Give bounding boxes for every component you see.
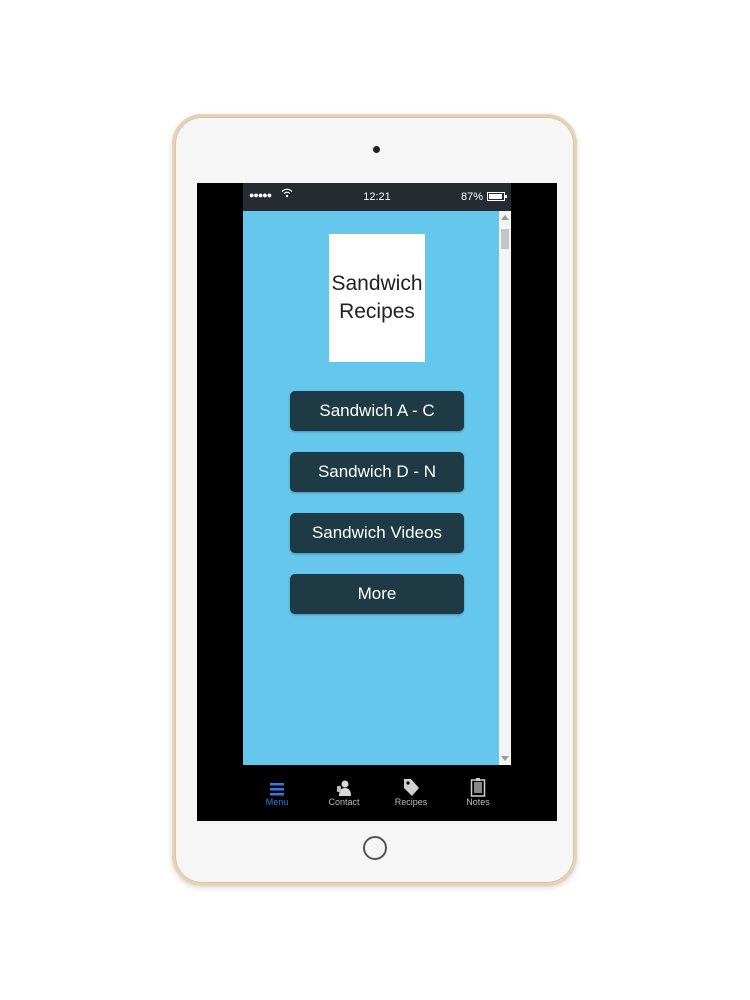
tablet-frame: ●●●●● 12:21 87% Sandwich Recipes Sandwic…	[172, 114, 577, 886]
tab-contact[interactable]: Contact	[319, 771, 369, 807]
contact-icon	[319, 771, 369, 797]
status-bar: ●●●●● 12:21 87%	[243, 183, 511, 211]
tab-notes[interactable]: Notes	[453, 771, 503, 807]
screen-bezel: ●●●●● 12:21 87% Sandwich Recipes Sandwic…	[197, 183, 557, 821]
tab-recipes-label: Recipes	[394, 797, 428, 807]
main-content: Sandwich Recipes Sandwich A - C Sandwich…	[243, 211, 499, 765]
scroll-thumb[interactable]	[501, 229, 509, 249]
camera	[373, 146, 380, 153]
menu-icon	[252, 771, 302, 797]
sandwich-videos-button[interactable]: Sandwich Videos	[290, 513, 464, 553]
tab-recipes[interactable]: Recipes	[386, 771, 436, 807]
logo-line-1: Sandwich	[331, 272, 423, 295]
vertical-scrollbar[interactable]	[499, 211, 511, 765]
notes-icon	[453, 771, 503, 797]
sandwich-d-n-button[interactable]: Sandwich D - N	[290, 452, 464, 492]
scroll-down-arrow-icon[interactable]	[501, 756, 509, 761]
scroll-up-arrow-icon[interactable]	[501, 215, 509, 220]
app-screen: ●●●●● 12:21 87% Sandwich Recipes Sandwic…	[243, 183, 511, 821]
tag-icon	[386, 771, 436, 797]
home-button[interactable]	[363, 836, 387, 860]
app-logo: Sandwich Recipes	[329, 234, 425, 362]
logo-line-2: Recipes	[339, 300, 415, 323]
tab-menu-label: Menu	[265, 797, 289, 807]
tab-bar: Menu Contact Recipes Notes	[243, 765, 511, 821]
tab-menu[interactable]: Menu	[252, 771, 302, 807]
tab-notes-label: Notes	[466, 797, 490, 807]
sandwich-a-c-button[interactable]: Sandwich A - C	[290, 391, 464, 431]
battery-icon	[487, 192, 507, 201]
tab-contact-label: Contact	[328, 797, 360, 807]
more-button[interactable]: More	[290, 574, 464, 614]
battery-percentage: 87%	[460, 191, 483, 203]
